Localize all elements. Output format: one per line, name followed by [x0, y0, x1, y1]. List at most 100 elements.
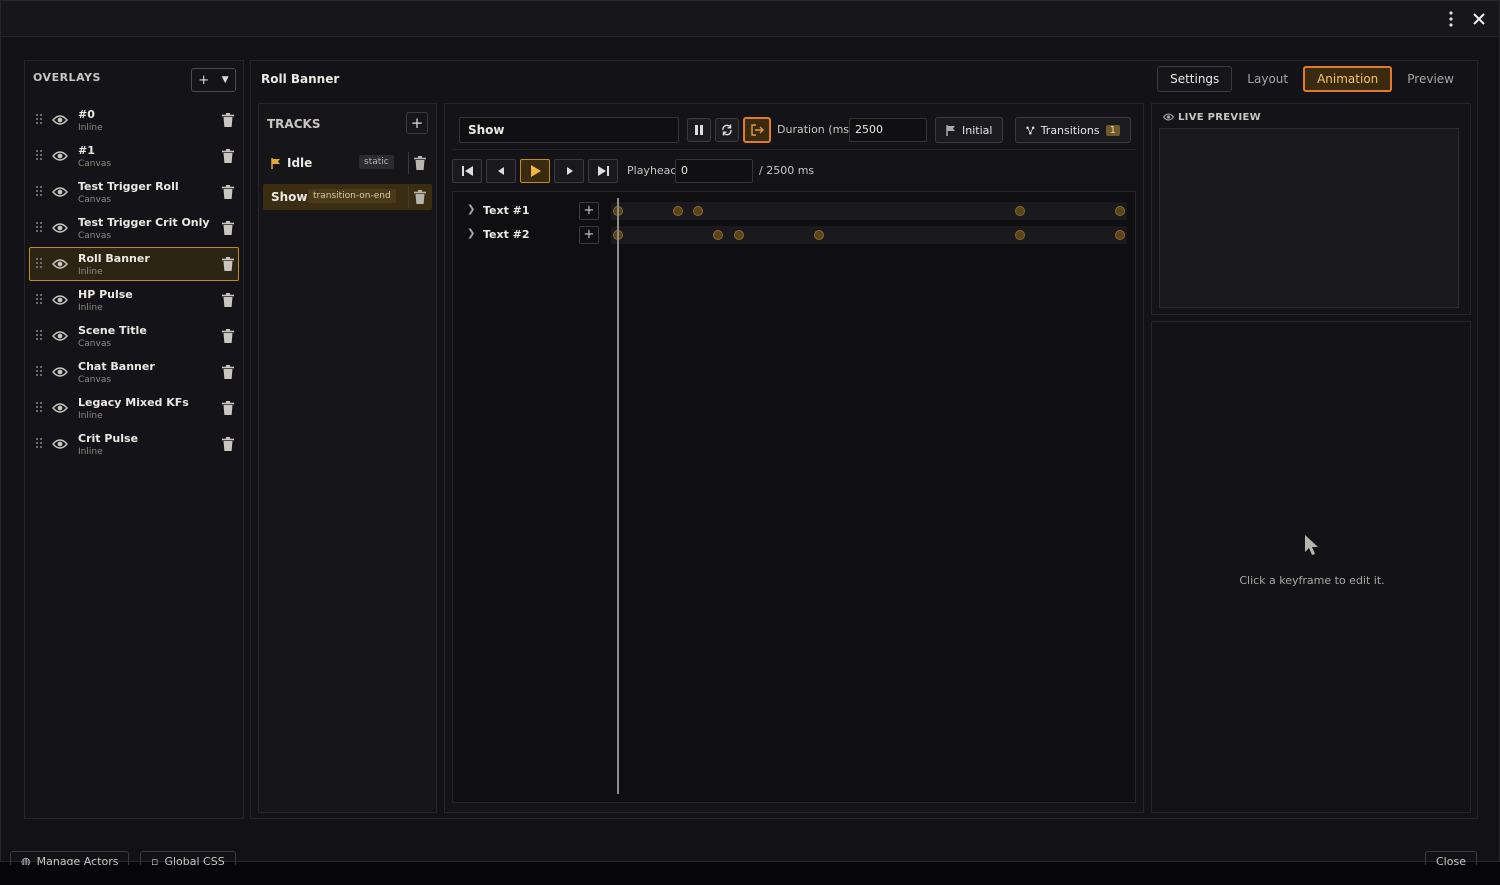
timeline: ❯ Text #2 + ❯ Text #1 +	[452, 191, 1136, 803]
footer-bar: ◍ Manage Actors ▫ Global CSS Close	[1, 843, 1500, 865]
playhead-line[interactable]	[617, 198, 619, 794]
tab-bar: Settings Layout Animation Preview	[1157, 66, 1467, 92]
keyframe-marker[interactable]	[1014, 230, 1025, 240]
eye-icon[interactable]	[52, 258, 68, 270]
add-keyframe-button[interactable]: +	[579, 202, 599, 220]
trash-icon[interactable]	[222, 257, 234, 271]
tab-layout[interactable]: Layout	[1234, 66, 1301, 92]
drag-handle-icon[interactable]	[36, 222, 44, 234]
eye-icon[interactable]	[52, 150, 68, 162]
trash-icon[interactable]	[222, 221, 234, 235]
overlay-item[interactable]: Test Trigger Crit Only Canvas	[29, 211, 239, 245]
timeline-row: ❯ Text #2 +	[453, 224, 1137, 246]
overlay-item[interactable]: Test Trigger Roll Canvas	[29, 175, 239, 209]
close-button[interactable]: Close	[1425, 851, 1477, 865]
play-button[interactable]	[520, 159, 550, 183]
trash-icon[interactable]	[222, 185, 234, 199]
overlay-item[interactable]: Legacy Mixed KFs Inline	[29, 391, 239, 425]
step-forward-button[interactable]	[554, 159, 584, 183]
transitions-count-badge: 1	[1105, 124, 1120, 136]
chevron-right-icon[interactable]: ❯	[467, 204, 475, 215]
keyframe-marker[interactable]	[813, 230, 824, 240]
playhead-input[interactable]: 0	[675, 159, 753, 183]
eye-icon[interactable]	[52, 186, 68, 198]
skip-to-end-button[interactable]	[588, 159, 618, 183]
overlay-item[interactable]: Chat Banner Canvas	[29, 355, 239, 389]
track-show[interactable]: Show transition-on-end	[263, 184, 432, 210]
keyframe-marker[interactable]	[1115, 206, 1125, 216]
drag-handle-icon[interactable]	[36, 150, 44, 162]
more-options-icon[interactable]	[1441, 9, 1461, 29]
tab-animation[interactable]: Animation	[1303, 66, 1393, 92]
trash-icon[interactable]	[222, 149, 234, 163]
keyframe-lane[interactable]	[611, 226, 1127, 244]
keyframe-marker[interactable]	[693, 206, 704, 216]
users-icon: ◍	[21, 855, 31, 865]
drag-handle-icon[interactable]	[36, 258, 44, 270]
manage-actors-button[interactable]: ◍ Manage Actors	[10, 851, 130, 865]
overlay-item[interactable]: #1 Canvas	[29, 139, 239, 173]
caret-down-icon: ▼	[221, 75, 229, 85]
initial-button[interactable]: Initial	[935, 117, 1004, 143]
add-keyframe-button[interactable]: +	[579, 226, 599, 244]
skip-to-start-button[interactable]	[452, 159, 482, 183]
loop-button[interactable]	[715, 118, 739, 142]
add-track-button[interactable]: +	[406, 112, 428, 134]
overlay-item[interactable]: Crit Pulse Inline	[29, 427, 239, 461]
add-overlay-button[interactable]: + ▼	[191, 68, 236, 92]
cursor-icon	[1305, 535, 1318, 555]
keyframe-marker[interactable]	[713, 230, 724, 240]
keyframe-marker[interactable]	[1115, 230, 1125, 240]
eye-icon[interactable]	[52, 366, 68, 378]
drag-handle-icon[interactable]	[36, 366, 44, 378]
keyframe-marker[interactable]	[1014, 206, 1025, 216]
step-back-icon	[498, 167, 504, 175]
overlays-title: OVERLAYS	[33, 71, 101, 84]
eye-icon[interactable]	[52, 438, 68, 450]
overlay-type: Canvas	[78, 159, 112, 169]
pause-button[interactable]	[687, 118, 711, 142]
keyframe-marker[interactable]	[673, 206, 684, 216]
playhead-label: Playhead	[627, 164, 678, 177]
trash-icon[interactable]	[222, 365, 234, 379]
track-idle[interactable]: Idle static	[263, 150, 432, 176]
overlay-item[interactable]: Scene Title Canvas	[29, 319, 239, 353]
drag-handle-icon[interactable]	[36, 330, 44, 342]
delete-track-button[interactable]	[408, 152, 430, 174]
overlay-item[interactable]: HP Pulse Inline	[29, 283, 239, 317]
eye-icon[interactable]	[52, 114, 68, 126]
trash-icon[interactable]	[222, 401, 234, 415]
step-back-button[interactable]	[486, 159, 516, 183]
eye-icon[interactable]	[52, 402, 68, 414]
drag-handle-icon[interactable]	[36, 294, 44, 306]
tab-settings[interactable]: Settings	[1157, 66, 1233, 92]
trash-icon[interactable]	[222, 293, 234, 307]
keyframe-lane[interactable]	[611, 202, 1127, 220]
eye-icon[interactable]	[52, 222, 68, 234]
flag-icon	[946, 124, 955, 136]
close-icon[interactable]	[1469, 9, 1489, 29]
global-css-button[interactable]: ▫ Global CSS	[140, 851, 236, 865]
main-panel: Roll Banner Settings Layout Animation Pr…	[250, 60, 1478, 819]
playhead-total: / 2500 ms	[759, 164, 815, 177]
drag-handle-icon[interactable]	[36, 114, 44, 126]
chevron-right-icon[interactable]: ❯	[467, 228, 475, 239]
trash-icon[interactable]	[222, 437, 234, 451]
drag-handle-icon[interactable]	[36, 438, 44, 450]
trash-icon[interactable]	[222, 329, 234, 343]
manage-actors-label: Manage Actors	[36, 855, 119, 865]
eye-icon[interactable]	[52, 330, 68, 342]
eye-icon[interactable]	[52, 294, 68, 306]
track-name-input[interactable]: Show	[459, 117, 679, 143]
delete-track-button[interactable]	[408, 186, 430, 208]
drag-handle-icon[interactable]	[36, 186, 44, 198]
duration-input[interactable]: 2500	[849, 118, 927, 142]
transitions-button[interactable]: Transitions 1	[1015, 117, 1131, 143]
drag-handle-icon[interactable]	[36, 402, 44, 414]
trash-icon[interactable]	[222, 113, 234, 127]
transition-on-end-button[interactable]	[743, 117, 771, 143]
overlay-item[interactable]: #0 Inline	[29, 103, 239, 137]
keyframe-marker[interactable]	[733, 230, 744, 240]
tab-preview[interactable]: Preview	[1394, 66, 1467, 92]
overlay-item[interactable]: Roll Banner Inline	[29, 247, 239, 281]
